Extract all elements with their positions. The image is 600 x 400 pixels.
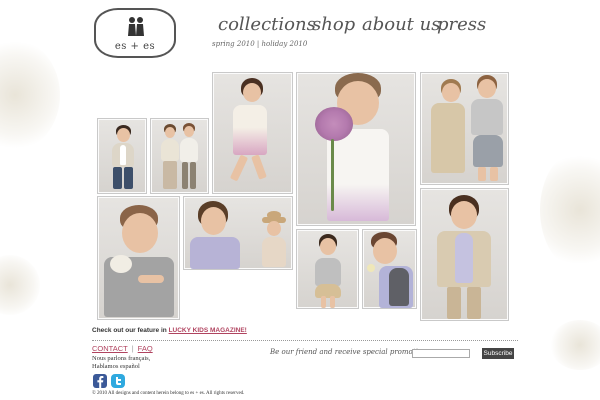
photo-tile[interactable] xyxy=(420,72,509,185)
watercolor-splash xyxy=(550,320,600,370)
photo-tile[interactable] xyxy=(296,72,416,226)
facebook-icon[interactable] xyxy=(93,374,107,388)
facebook-glyph xyxy=(97,376,104,388)
logo-text: es + es xyxy=(114,41,156,52)
feature-text: Check out our feature in xyxy=(92,327,169,334)
watercolor-splash xyxy=(0,255,40,315)
language-french: Nous parlons français, xyxy=(92,355,151,362)
faq-link[interactable]: FAQ xyxy=(138,344,153,353)
site-logo[interactable]: es + es xyxy=(94,8,176,58)
feature-callout: Check out our feature in LUCKY KIDS MAGA… xyxy=(92,327,247,334)
lucky-kids-link[interactable]: LUCKY KIDS MAGAZINE! xyxy=(169,327,247,334)
watercolor-splash xyxy=(540,150,600,270)
photo-tile[interactable] xyxy=(150,118,209,194)
contact-link[interactable]: CONTACT xyxy=(92,344,128,353)
photo-tile[interactable] xyxy=(212,72,293,194)
photo-tile[interactable] xyxy=(97,196,180,320)
photo-tile[interactable] xyxy=(296,229,359,309)
newsletter-prompt: Be our friend and receive special promot… xyxy=(270,348,431,356)
watercolor-splash xyxy=(0,40,60,150)
subscribe-button[interactable]: Subscribe xyxy=(482,348,514,359)
twitter-glyph xyxy=(116,377,121,385)
language-note: Nous parlons français, Hablamos español xyxy=(92,355,150,371)
season-subtitle: spring 2010 | holiday 2010 xyxy=(212,40,308,48)
photo-tile[interactable] xyxy=(183,196,293,270)
nav-collections[interactable]: collections xyxy=(218,14,316,35)
copyright-text: © 2010 All designs and content herein be… xyxy=(92,391,245,396)
newsletter-email-input[interactable] xyxy=(412,349,470,358)
language-spanish: Hablamos español xyxy=(92,363,140,370)
nav-press[interactable]: press xyxy=(437,14,486,35)
nav-about-us[interactable]: about us xyxy=(362,14,440,35)
nav-shop[interactable]: shop xyxy=(312,14,355,35)
photo-tile[interactable] xyxy=(362,229,417,309)
photo-tile[interactable] xyxy=(420,188,509,321)
photo-tile[interactable] xyxy=(97,118,147,194)
silhouette-icon xyxy=(128,17,144,36)
footer-links: CONTACT | FAQ xyxy=(92,344,153,353)
footer-divider xyxy=(92,340,518,341)
link-separator: | xyxy=(131,344,134,353)
twitter-icon[interactable] xyxy=(111,374,125,388)
